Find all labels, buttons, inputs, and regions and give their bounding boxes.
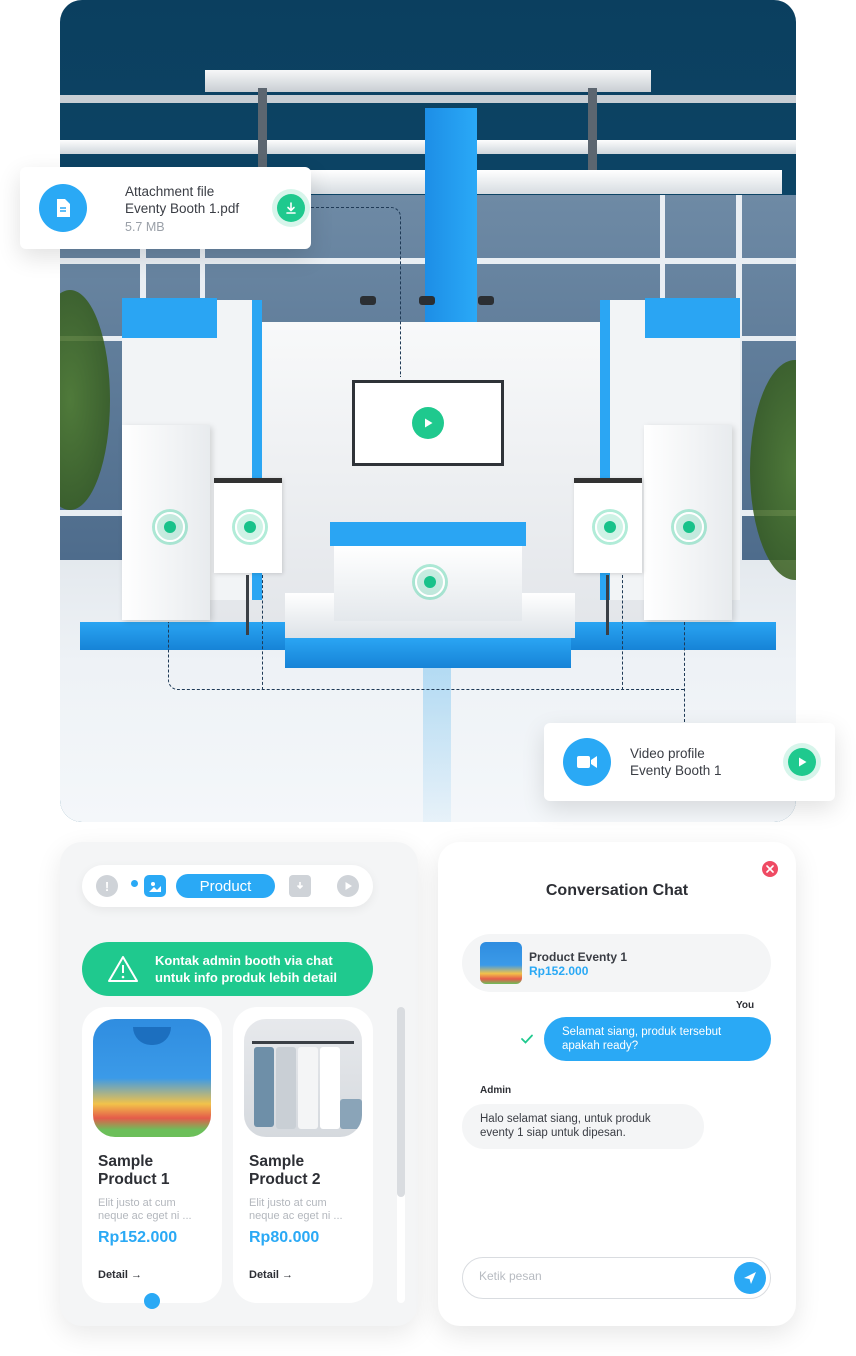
- product-description: neque ac eget ni ...: [249, 1210, 343, 1222]
- chat-product-name: Product Eventy 1: [529, 950, 628, 964]
- connector-line: [622, 575, 623, 690]
- product-description: Elit justo at cum: [98, 1197, 176, 1209]
- product-image-clothes-rack: [244, 1019, 362, 1137]
- product-price: Rp80.000: [249, 1229, 320, 1246]
- download-icon[interactable]: [277, 194, 305, 222]
- send-icon[interactable]: [734, 1262, 766, 1294]
- attachment-size: 5.7 MB: [125, 219, 165, 234]
- product-detail-link[interactable]: Detail →: [98, 1269, 142, 1281]
- message-bubble-you: Selamat siang, produk tersebut apakah re…: [544, 1017, 771, 1061]
- booth-pillar: [425, 108, 477, 328]
- video-profile-card[interactable]: Video profile Eventy Booth 1: [544, 723, 835, 801]
- product-name: Product 1: [98, 1171, 170, 1188]
- hotspot-banner-left[interactable]: [155, 512, 185, 542]
- chat-product-price: Rp152.000: [529, 964, 589, 978]
- product-scrollbar[interactable]: [397, 1007, 405, 1303]
- spot-light: [478, 296, 494, 305]
- message-line: Halo selamat siang, untuk produk: [480, 1113, 651, 1125]
- attachment-card[interactable]: Attachment file Eventy Booth 1.pdf 5.7 M…: [20, 167, 311, 249]
- warning-icon: [107, 955, 139, 983]
- close-icon[interactable]: [762, 861, 778, 877]
- product-name: Sample: [98, 1153, 154, 1170]
- product-description: Elit justo at cum: [249, 1197, 327, 1209]
- video-name: Eventy Booth 1: [630, 763, 722, 778]
- booth-scene: [60, 0, 796, 822]
- carousel-indicator[interactable]: [144, 1293, 160, 1309]
- file-icon: [39, 184, 87, 232]
- spot-light: [419, 296, 435, 305]
- product-card[interactable]: Sample Product 1 Elit justo at cum neque a…: [82, 1007, 222, 1303]
- image-icon[interactable]: [144, 875, 166, 897]
- product-name: Product 2: [249, 1171, 321, 1188]
- tv-screen: [352, 380, 504, 466]
- file-download-icon[interactable]: [289, 875, 311, 897]
- video-camera-icon: [563, 738, 611, 786]
- product-price: Rp152.000: [98, 1229, 178, 1246]
- tab-product[interactable]: Product: [176, 874, 275, 898]
- hotspot-counter[interactable]: [415, 567, 445, 597]
- attachment-filename: Eventy Booth 1.pdf: [125, 200, 240, 216]
- message-bubble-admin: Halo selamat siang, untuk produk eventy …: [462, 1104, 704, 1149]
- product-card[interactable]: Sample Product 2 Elit justo at cum neque a…: [233, 1007, 373, 1303]
- info-icon[interactable]: !: [96, 875, 118, 897]
- message-line: eventy 1 siap untuk dipesan.: [480, 1127, 626, 1139]
- product-detail-link[interactable]: Detail →: [249, 1269, 293, 1281]
- attachment-label: Attachment file: [125, 183, 215, 199]
- tab-bar: ! Product: [82, 865, 373, 907]
- message-line: Selamat siang, produk tersebut: [562, 1026, 722, 1038]
- ceiling-panel: [205, 70, 651, 92]
- video-label: Video profile: [630, 746, 705, 761]
- chat-panel: Conversation Chat Product Eventy 1 Rp152…: [438, 842, 796, 1326]
- chat-product-image: [480, 942, 522, 984]
- message-line: apakah ready?: [562, 1040, 639, 1052]
- hotspot-poster-left[interactable]: [235, 512, 265, 542]
- ceiling-pole: [588, 88, 597, 183]
- tv-play-icon[interactable]: [412, 407, 444, 439]
- sender-you: You: [736, 1000, 755, 1011]
- product-name: Sample: [249, 1153, 305, 1170]
- check-icon: [520, 1032, 534, 1050]
- admin-contact-alert: Kontak admin booth via chat untuk info p…: [82, 942, 373, 996]
- product-image-shirts: [93, 1019, 211, 1137]
- counter-top: [330, 522, 526, 546]
- message-input[interactable]: [479, 1269, 719, 1283]
- product-panel: ! Product Kontak admin booth via chat un…: [60, 842, 418, 1326]
- active-tab-indicator: [131, 880, 138, 887]
- connector-line: [684, 622, 685, 722]
- sender-admin: Admin: [480, 1085, 512, 1096]
- ceiling-beam: [60, 95, 796, 103]
- alert-line-2: untuk info produk lebih detail: [155, 970, 337, 985]
- booth-cap-left: [122, 298, 217, 338]
- scrollbar-thumb[interactable]: [397, 1007, 405, 1197]
- booth-cap-right: [645, 298, 740, 338]
- chat-product-reference[interactable]: Product Eventy 1 Rp152.000: [462, 934, 771, 992]
- connector-line: [168, 622, 684, 690]
- connector-line: [262, 575, 263, 690]
- connector-line: [311, 207, 401, 377]
- chat-title: Conversation Chat: [545, 882, 689, 899]
- product-description: neque ac eget ni ...: [98, 1210, 192, 1222]
- hotspot-poster-right[interactable]: [595, 512, 625, 542]
- play-icon[interactable]: [337, 875, 359, 897]
- message-input-container: [462, 1257, 771, 1299]
- floor-glow: [423, 668, 451, 822]
- play-icon[interactable]: [788, 748, 816, 776]
- hotspot-banner-right[interactable]: [674, 512, 704, 542]
- alert-line-1: Kontak admin booth via chat: [155, 953, 333, 968]
